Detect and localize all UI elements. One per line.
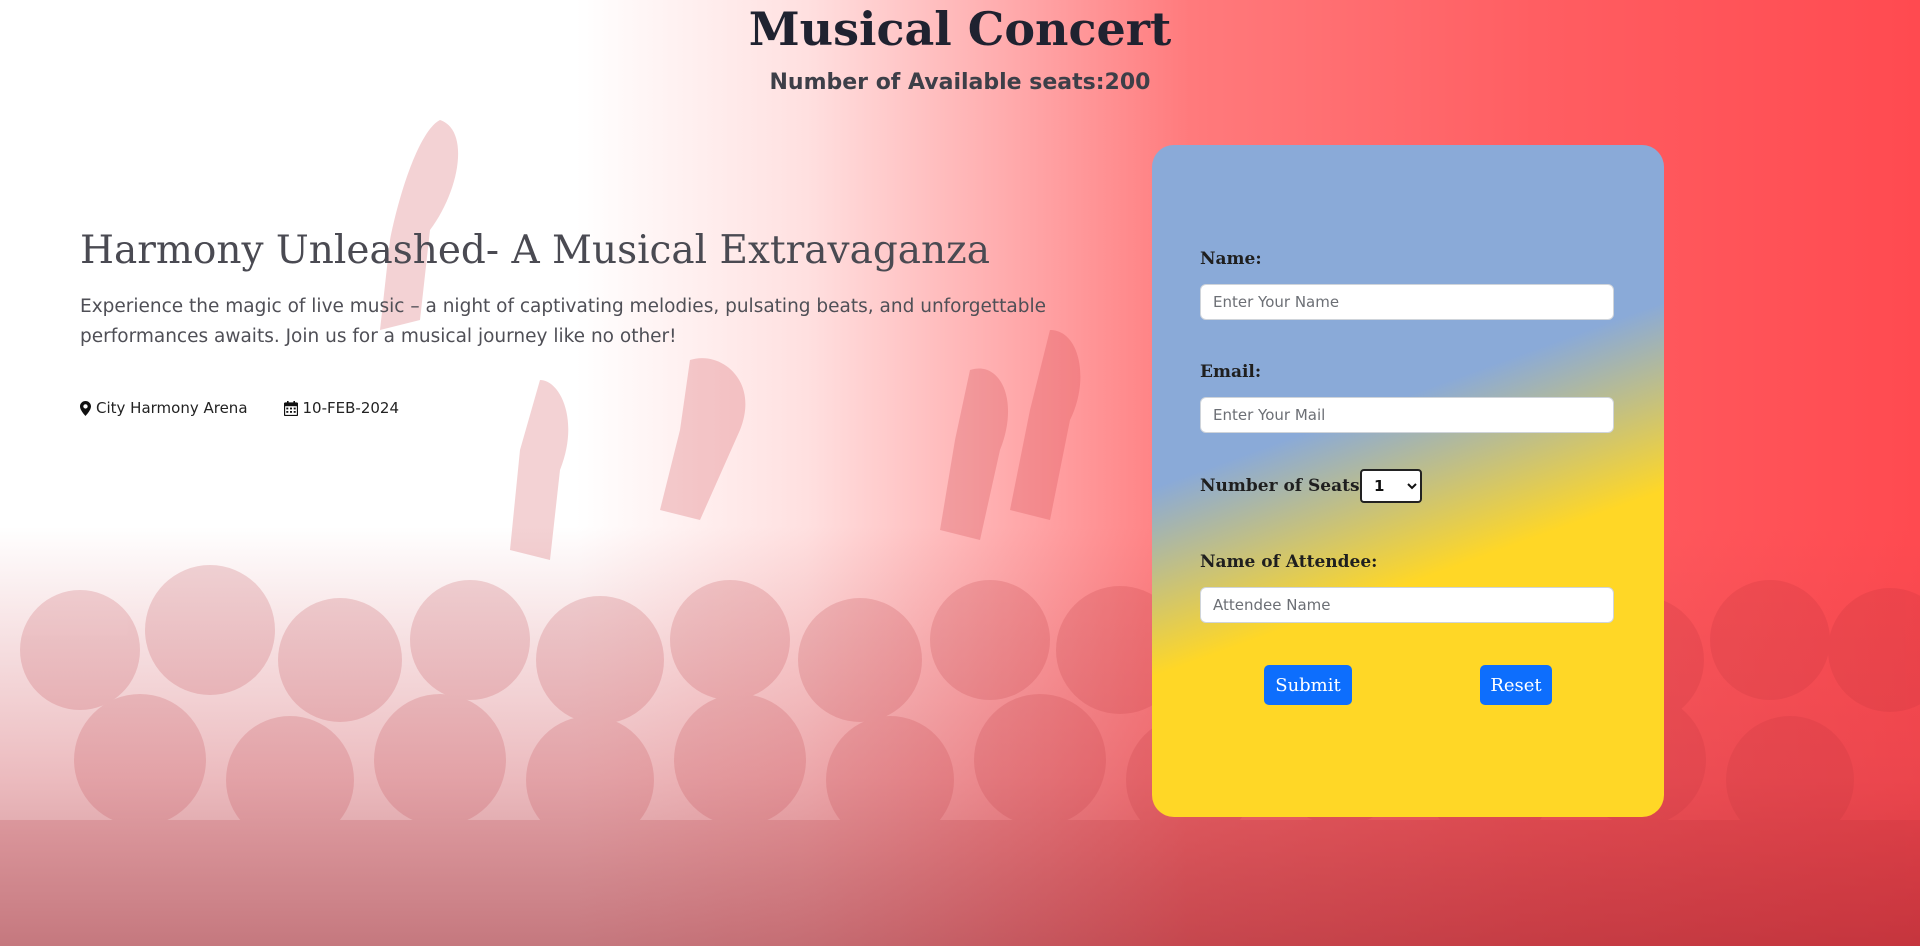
date-label: 10-FEB-2024 xyxy=(302,399,399,417)
calendar-icon xyxy=(283,400,298,416)
booking-form: Name: Email: Number of Seats: 1 Name of … xyxy=(1152,145,1664,817)
event-description: Experience the magic of live music – a n… xyxy=(80,296,1047,347)
attendee-label: Name of Attendee: xyxy=(1200,552,1378,572)
name-label: Name: xyxy=(1200,249,1262,269)
name-input[interactable] xyxy=(1200,284,1614,320)
attendee-input[interactable] xyxy=(1200,587,1614,623)
email-label: Email: xyxy=(1200,362,1262,382)
available-seats-text: Number of Available seats:200 xyxy=(769,70,1151,95)
event-venue: City Harmony Arena xyxy=(80,399,248,417)
map-marker-icon xyxy=(80,400,91,416)
event-date: 10-FEB-2024 xyxy=(283,399,399,417)
event-meta: City Harmony Arena 10-FEB-2024 xyxy=(80,399,399,417)
seats-select[interactable]: 1 xyxy=(1360,469,1422,503)
seats-label: Number of Seats: xyxy=(1200,476,1366,496)
page-title: Musical Concert xyxy=(748,2,1172,56)
event-title: Harmony Unleashed- A Musical Extravaganz… xyxy=(80,228,990,273)
reset-button[interactable]: Reset xyxy=(1480,665,1552,705)
venue-label: City Harmony Arena xyxy=(96,399,248,417)
email-input[interactable] xyxy=(1200,397,1614,433)
submit-button[interactable]: Submit xyxy=(1264,665,1352,705)
